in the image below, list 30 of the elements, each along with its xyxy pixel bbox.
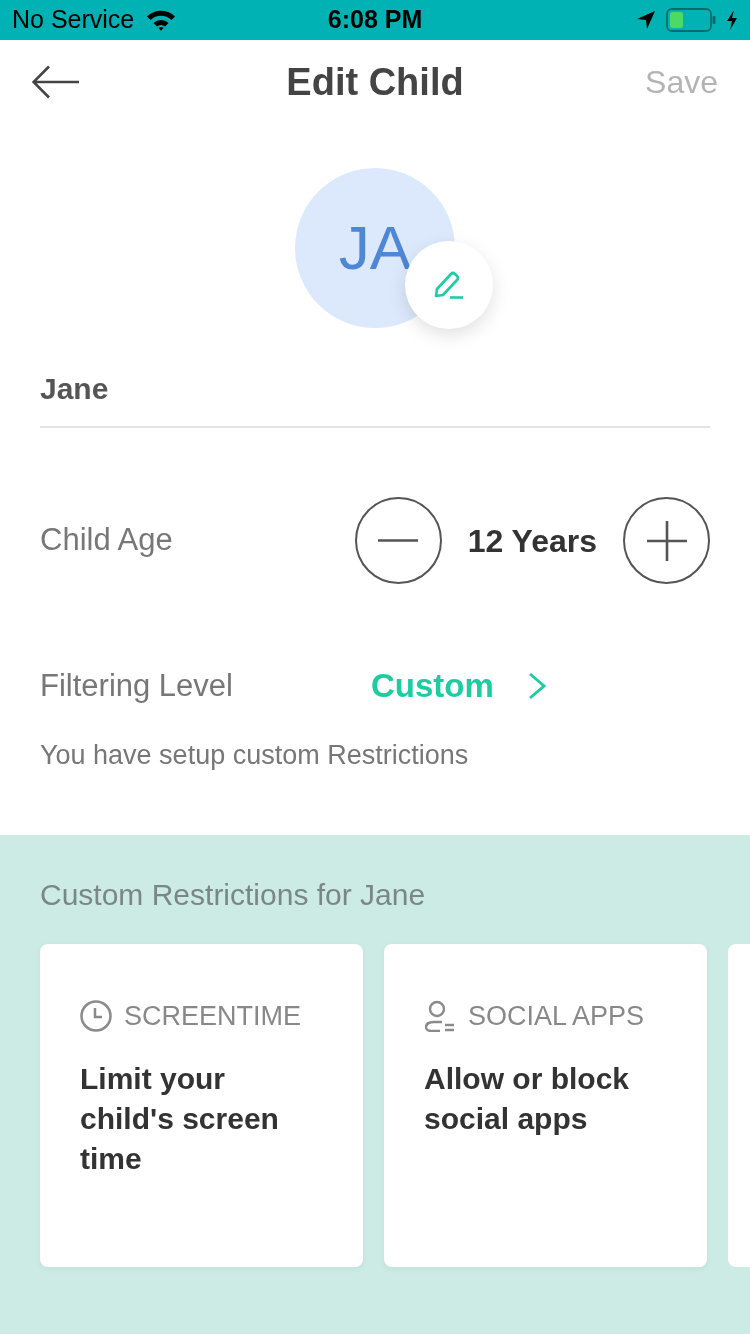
- location-arrow-icon: [636, 10, 656, 30]
- minus-icon: [378, 539, 419, 542]
- person-icon: [424, 999, 456, 1032]
- charging-bolt-icon: [726, 10, 738, 30]
- increase-age-button[interactable]: [623, 497, 710, 584]
- clock-time: 6:08 PM: [327, 4, 423, 36]
- page-title: Edit Child: [286, 59, 464, 105]
- back-button[interactable]: [32, 64, 82, 100]
- restriction-card[interactable]: SOCIAL APPS Allow or block social apps: [384, 943, 707, 1267]
- carrier-text: No Service: [12, 4, 135, 36]
- card-category: SOCIAL APPS: [468, 999, 645, 1033]
- filtering-level-label: Filtering Level: [40, 666, 233, 705]
- card-category: SCREENTIME: [124, 999, 302, 1033]
- card-description: Allow or block social apps: [424, 1060, 631, 1137]
- filtering-description: You have setup custom Restrictions: [40, 738, 469, 772]
- pencil-icon: [434, 271, 464, 299]
- restriction-card[interactable]: SCREENTIME Limit your child's screen time: [40, 943, 363, 1267]
- clock-icon: [80, 999, 112, 1032]
- decrease-age-button[interactable]: [354, 497, 442, 584]
- child-age-label: Child Age: [40, 521, 173, 560]
- card-description: Limit your child's screen time: [80, 1060, 280, 1177]
- wifi-icon: [146, 9, 177, 31]
- battery-icon: [666, 8, 716, 32]
- plus-icon: [646, 520, 687, 561]
- chevron-right-icon: [527, 671, 546, 700]
- avatar-initials: JA: [338, 211, 412, 284]
- back-arrow-icon: [32, 65, 80, 99]
- age-value: 12 Years: [467, 521, 597, 561]
- restrictions-title: Custom Restrictions for Jane: [40, 876, 426, 913]
- name-field[interactable]: Jane: [40, 360, 710, 428]
